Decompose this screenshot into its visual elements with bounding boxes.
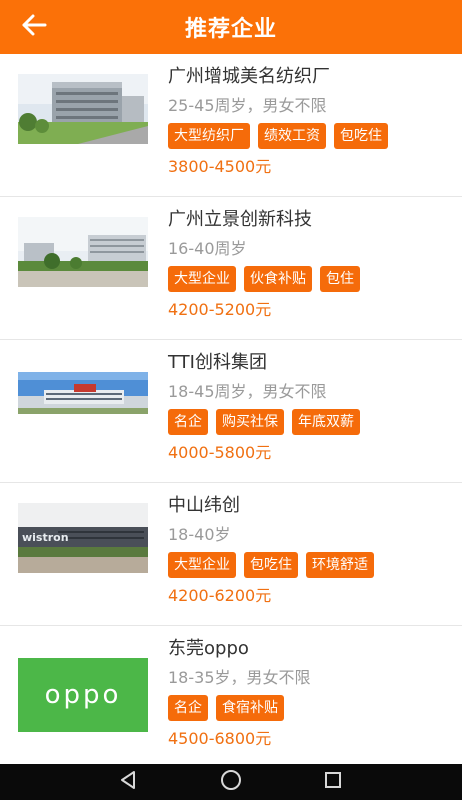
company-name: 东莞oppo [168,638,249,659]
oppo-logo-text: oppo [45,680,122,710]
company-photo [18,360,148,430]
company-card[interactable]: TTI创科集团 18-45周岁，男女不限 名企 购买社保 年底双薪 4000-5… [0,340,462,483]
system-nav-bar [0,764,462,800]
company-photo [18,217,148,287]
tag-badge: 大型企业 [168,266,236,292]
tag-badge: 大型企业 [168,552,236,578]
company-name: 广州增城美名纺织厂 [168,66,330,87]
back-button[interactable] [18,13,50,41]
tag-badge: 名企 [168,695,208,721]
tag-badge: 年底双薪 [292,409,360,435]
tag-badge: 名企 [168,409,208,435]
salary-range: 4200-5200元 [168,300,272,319]
company-conditions: 18-35岁，男女不限 [168,668,311,687]
company-card[interactable]: oppo 东莞oppo 18-35岁，男女不限 名企 食宿补贴 4500-680… [0,626,462,769]
system-recents-button[interactable] [321,770,345,794]
tag-badge: 伙食补贴 [244,266,312,292]
salary-range: 4000-5800元 [168,443,272,462]
tag-list: 大型企业 包吃住 环境舒适 [168,552,450,578]
tag-badge: 绩效工资 [258,123,326,149]
tag-badge: 食宿补贴 [216,695,284,721]
company-card[interactable]: 广州增城美名纺织厂 25-45周岁，男女不限 大型纺织厂 绩效工资 包吃住 38… [0,54,462,197]
company-conditions: 25-45周岁，男女不限 [168,96,327,115]
tag-list: 名企 食宿补贴 [168,695,450,721]
company-photo [18,74,148,144]
tag-badge: 包住 [320,266,360,292]
salary-range: 4500-6800元 [168,729,272,748]
home-circle-icon [220,769,242,795]
page-title: 推荐企业 [184,17,277,42]
tag-badge: 包吃住 [334,123,388,149]
tag-badge: 包吃住 [244,552,298,578]
company-name: 中山纬创 [168,495,240,516]
salary-range: 4200-6200元 [168,586,272,605]
salary-range: 3800-4500元 [168,157,272,176]
company-conditions: 18-40岁 [168,525,231,544]
company-conditions: 18-45周岁，男女不限 [168,382,327,401]
company-list: 广州增城美名纺织厂 25-45周岁，男女不限 大型纺织厂 绩效工资 包吃住 38… [0,54,462,769]
company-conditions: 16-40周岁 [168,239,247,258]
wistron-logo-text: wistron [22,531,69,544]
system-home-button[interactable] [219,770,243,794]
company-name: 广州立景创新科技 [168,209,312,230]
tag-badge: 大型纺织厂 [168,123,250,149]
company-photo: wistron [18,503,148,573]
back-triangle-icon [119,770,139,794]
recents-square-icon [323,770,343,794]
company-card[interactable]: 广州立景创新科技 16-40周岁 大型企业 伙食补贴 包住 4200-5200元 [0,197,462,340]
company-photo: oppo [18,658,148,732]
system-back-button[interactable] [117,770,141,794]
tag-list: 名企 购买社保 年底双薪 [168,409,450,435]
arrow-left-icon [21,14,47,40]
company-card[interactable]: wistron 中山纬创 18-40岁 大型企业 包吃住 环境舒适 4200-6… [0,483,462,626]
tag-list: 大型纺织厂 绩效工资 包吃住 [168,123,450,149]
tag-list: 大型企业 伙食补贴 包住 [168,266,450,292]
tag-badge: 环境舒适 [306,552,374,578]
company-name: TTI创科集团 [168,352,267,373]
tag-badge: 购买社保 [216,409,284,435]
app-header: 推荐企业 [0,0,462,54]
